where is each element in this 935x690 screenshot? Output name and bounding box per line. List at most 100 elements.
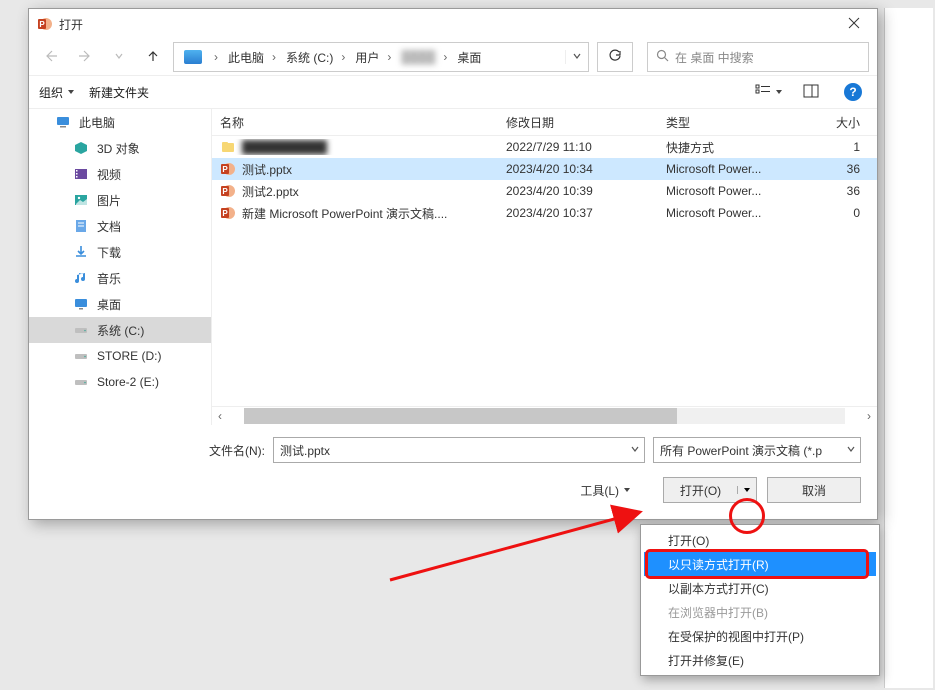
sidebar-item-label: 3D 对象: [97, 140, 140, 157]
3d-icon: [73, 140, 89, 156]
dialog-title: 打开: [59, 16, 831, 33]
toolbar: 组织 新建文件夹 ?: [29, 75, 877, 109]
open-mode-option-2[interactable]: 以副本方式打开(C): [644, 576, 876, 600]
file-date: 2023/4/20 10:39: [506, 184, 666, 198]
close-button[interactable]: [831, 9, 877, 39]
file-size: 1: [806, 140, 866, 154]
picture-icon: [73, 192, 89, 208]
breadcrumb-root[interactable]: [178, 50, 210, 64]
preview-icon: [803, 84, 819, 101]
file-type: 快捷方式: [666, 139, 806, 156]
chevron-right-icon[interactable]: ›: [268, 50, 280, 64]
dialog-body: 此电脑 3D 对象视频图片文档下载音乐桌面系统 (C:) STORE (D:) Sto…: [29, 109, 877, 425]
file-list-area: 名称 修改日期 类型 大小 ██████████2022/7/29 11:10快…: [212, 109, 877, 425]
horizontal-scrollbar[interactable]: ‹ ›: [212, 406, 877, 425]
address-bar[interactable]: › 此电脑 › 系统 (C:) › 用户 › ████ › 桌面: [173, 42, 589, 72]
open-mode-option-3: 在浏览器中打开(B): [644, 600, 876, 624]
refresh-button[interactable]: [597, 42, 633, 72]
sidebar-item-drive-10[interactable]: Store-2 (E:): [29, 369, 211, 395]
back-button[interactable]: [37, 43, 65, 71]
col-header-type[interactable]: 类型: [666, 114, 806, 131]
drive-icon: [73, 374, 89, 390]
file-row[interactable]: P新建 Microsoft PowerPoint 演示文稿....2023/4/…: [212, 202, 877, 224]
forward-button[interactable]: [71, 43, 99, 71]
sidebar-item-music-6[interactable]: 音乐: [29, 265, 211, 291]
view-layout-button[interactable]: [755, 80, 783, 104]
breadcrumb-drive[interactable]: 系统 (C:): [280, 49, 337, 66]
breadcrumb-user-redacted[interactable]: ████: [395, 50, 439, 64]
music-icon: [73, 270, 89, 286]
open-split-button[interactable]: 打开(O): [663, 477, 757, 503]
cancel-button[interactable]: 取消: [767, 477, 861, 503]
sidebar-item-picture-3[interactable]: 图片: [29, 187, 211, 213]
sidebar-item-doc-4[interactable]: 文档: [29, 213, 211, 239]
filename-input[interactable]: 测试.pptx: [273, 437, 645, 463]
open-mode-option-1[interactable]: 以只读方式打开(R): [644, 552, 876, 576]
sidebar-item-video-2[interactable]: 视频: [29, 161, 211, 187]
sidebar-item-label: STORE (D:): [97, 349, 161, 363]
chevron-down-icon: [114, 50, 124, 64]
sidebar-item-3d-1[interactable]: 3D 对象: [29, 135, 211, 161]
sidebar-item-pc-0[interactable]: 此电脑: [29, 109, 211, 135]
nav-sidebar: 此电脑 3D 对象视频图片文档下载音乐桌面系统 (C:) STORE (D:) Sto…: [29, 109, 212, 425]
download-icon: [73, 244, 89, 260]
file-row[interactable]: P测试.pptx2023/4/20 10:34Microsoft Power..…: [212, 158, 877, 180]
pptx-icon: P: [220, 183, 236, 199]
chevron-down-icon[interactable]: [842, 443, 860, 457]
arrow-right-icon: [77, 48, 93, 67]
sidebar-item-desktop-7[interactable]: 桌面: [29, 291, 211, 317]
open-mode-menu: 打开(O)以只读方式打开(R)以副本方式打开(C)在浏览器中打开(B)在受保护的…: [640, 524, 880, 676]
up-button[interactable]: [139, 43, 167, 71]
help-button[interactable]: ?: [839, 80, 867, 104]
file-date: 2023/4/20 10:37: [506, 206, 666, 220]
sidebar-item-label: 图片: [97, 192, 121, 209]
preview-pane-button[interactable]: [797, 80, 825, 104]
chevron-down-icon[interactable]: [626, 443, 644, 457]
drive-icon: [184, 50, 202, 64]
filename-row: 文件名(N): 测试.pptx 所有 PowerPoint 演示文稿 (*.p: [45, 437, 861, 463]
recent-dropdown[interactable]: [105, 43, 133, 71]
organize-menu[interactable]: 组织: [39, 84, 75, 101]
drive-icon: [73, 322, 89, 338]
col-header-date[interactable]: 修改日期: [506, 114, 666, 131]
file-row[interactable]: P测试2.pptx2023/4/20 10:39Microsoft Power.…: [212, 180, 877, 202]
scroll-left-icon[interactable]: ‹: [212, 408, 228, 424]
file-size: 36: [806, 162, 866, 176]
scrollbar-thumb[interactable]: [244, 408, 677, 424]
open-mode-option-5[interactable]: 打开并修复(E): [644, 648, 876, 672]
chevron-right-icon[interactable]: ›: [383, 50, 395, 64]
file-type-filter[interactable]: 所有 PowerPoint 演示文稿 (*.p: [653, 437, 861, 463]
sidebar-item-label: 系统 (C:): [97, 322, 144, 339]
open-button-dropdown[interactable]: [737, 486, 756, 494]
address-dropdown[interactable]: [565, 50, 588, 64]
scroll-right-icon[interactable]: ›: [861, 408, 877, 424]
pptx-icon: P: [220, 161, 236, 177]
tools-menu[interactable]: 工具(L): [580, 482, 631, 499]
file-row[interactable]: ██████████2022/7/29 11:10快捷方式1: [212, 136, 877, 158]
chevron-right-icon[interactable]: ›: [439, 50, 451, 64]
drive-icon: [73, 348, 89, 364]
sidebar-item-drive-8[interactable]: 系统 (C:): [29, 317, 211, 343]
breadcrumb-users[interactable]: 用户: [349, 49, 383, 66]
search-input[interactable]: 在 桌面 中搜索: [647, 42, 869, 72]
sidebar-item-label: 音乐: [97, 270, 121, 287]
col-header-size[interactable]: 大小: [806, 114, 866, 131]
file-size: 0: [806, 206, 866, 220]
new-folder-button[interactable]: 新建文件夹: [89, 84, 149, 101]
open-mode-option-0[interactable]: 打开(O): [644, 528, 876, 552]
breadcrumb-thispc[interactable]: 此电脑: [222, 49, 268, 66]
open-mode-option-4[interactable]: 在受保护的视图中打开(P): [644, 624, 876, 648]
chevron-right-icon[interactable]: ›: [337, 50, 349, 64]
sidebar-item-download-5[interactable]: 下载: [29, 239, 211, 265]
pc-icon: [55, 114, 71, 130]
navigation-row: › 此电脑 › 系统 (C:) › 用户 › ████ › 桌面: [29, 39, 877, 75]
arrow-up-icon: [145, 48, 161, 67]
titlebar: P 打开: [29, 9, 877, 39]
file-name: ██████████: [242, 140, 327, 154]
breadcrumb-desktop[interactable]: 桌面: [451, 49, 485, 66]
col-header-name[interactable]: 名称: [212, 114, 506, 131]
sidebar-item-drive-9[interactable]: STORE (D:): [29, 343, 211, 369]
column-headers: 名称 修改日期 类型 大小: [212, 109, 877, 136]
scrollbar-track[interactable]: [244, 408, 845, 424]
chevron-right-icon[interactable]: ›: [210, 50, 222, 64]
